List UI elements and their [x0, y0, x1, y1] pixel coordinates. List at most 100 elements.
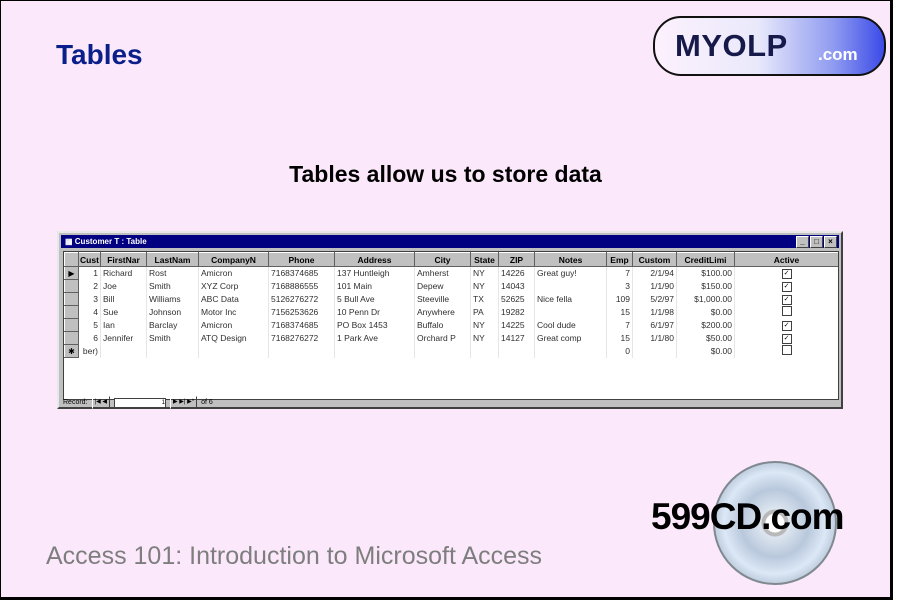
- cell-city[interactable]: Anywhere: [414, 305, 471, 319]
- column-header[interactable]: Cust: [78, 252, 101, 267]
- cell-zip[interactable]: 14127: [498, 331, 535, 345]
- cell-id[interactable]: 1: [78, 266, 101, 280]
- cell-city[interactable]: Orchard P: [414, 331, 471, 345]
- cell-company[interactable]: Amicron: [198, 318, 269, 332]
- cell-state[interactable]: NY: [470, 318, 499, 332]
- active-checkbox[interactable]: ✓: [781, 321, 792, 331]
- active-checkbox[interactable]: [781, 306, 792, 316]
- cell-last[interactable]: Williams: [146, 292, 199, 306]
- cell-first[interactable]: Sue: [100, 305, 147, 319]
- table-row[interactable]: 2 Joe Smith XYZ Corp 7168886555 101 Main Depew…: [64, 279, 838, 293]
- cell-phone[interactable]: 7168886555: [268, 279, 335, 293]
- cell-first[interactable]: Ian: [100, 318, 147, 332]
- table-row[interactable]: 6 Jennifer Smith ATQ Design 7168276272 1 Park…: [64, 331, 838, 345]
- cell-zip[interactable]: 14043: [498, 279, 535, 293]
- cell-phone[interactable]: 5126276272: [268, 292, 335, 306]
- row-selector[interactable]: [64, 292, 79, 306]
- cell-since[interactable]: 1/1/98: [632, 305, 677, 319]
- cell-emp[interactable]: 15: [606, 331, 633, 345]
- column-header[interactable]: State: [470, 252, 499, 267]
- cell-first[interactable]: Richard: [100, 266, 147, 280]
- cell-notes[interactable]: [534, 305, 607, 319]
- row-selector[interactable]: [64, 305, 79, 319]
- cell-phone[interactable]: 7168374685: [268, 318, 335, 332]
- cell-state[interactable]: NY: [470, 331, 499, 345]
- active-checkbox[interactable]: ✓: [781, 295, 792, 305]
- cell-id[interactable]: ber): [78, 344, 101, 358]
- column-header[interactable]: Address: [334, 252, 415, 267]
- cell-state[interactable]: [470, 344, 499, 358]
- cell-address[interactable]: 10 Penn Dr: [334, 305, 415, 319]
- cell-emp[interactable]: 109: [606, 292, 633, 306]
- cell-notes[interactable]: Cool dude: [534, 318, 607, 332]
- cell-emp[interactable]: 7: [606, 266, 633, 280]
- active-checkbox[interactable]: ✓: [781, 282, 792, 292]
- table-row[interactable]: 5 Ian Barclay Amicron 7168374685 PO Box 1453 B…: [64, 318, 838, 332]
- cell-since[interactable]: 5/2/97: [632, 292, 677, 306]
- cell-zip[interactable]: 14226: [498, 266, 535, 280]
- column-header[interactable]: LastNam: [146, 252, 199, 267]
- cell-notes[interactable]: [534, 344, 607, 358]
- active-checkbox[interactable]: [781, 345, 792, 355]
- cell-notes[interactable]: Great comp: [534, 331, 607, 345]
- close-button[interactable]: ×: [824, 236, 837, 248]
- cell-address[interactable]: 5 Bull Ave: [334, 292, 415, 306]
- cell-last[interactable]: [146, 344, 199, 358]
- cell-since[interactable]: [632, 344, 677, 358]
- cell-notes[interactable]: Nice fella: [534, 292, 607, 306]
- nav-first-prev-buttons[interactable]: |◀ ◀: [91, 396, 110, 409]
- cell-address[interactable]: 137 Huntleigh: [334, 266, 415, 280]
- cell-notes[interactable]: [534, 279, 607, 293]
- cell-last[interactable]: Rost: [146, 266, 199, 280]
- cell-address[interactable]: [334, 344, 415, 358]
- cell-company[interactable]: XYZ Corp: [198, 279, 269, 293]
- cell-city[interactable]: Amherst: [414, 266, 471, 280]
- cell-phone[interactable]: [268, 344, 335, 358]
- column-header[interactable]: City: [414, 252, 471, 267]
- cell-id[interactable]: 2: [78, 279, 101, 293]
- cell-state[interactable]: PA: [470, 305, 499, 319]
- active-checkbox[interactable]: ✓: [781, 334, 792, 344]
- cell-since[interactable]: 6/1/97: [632, 318, 677, 332]
- row-selector[interactable]: [64, 331, 79, 345]
- cell-phone[interactable]: 7156253626: [268, 305, 335, 319]
- cell-state[interactable]: NY: [470, 266, 499, 280]
- cell-credit[interactable]: $50.00: [676, 331, 735, 345]
- cell-phone[interactable]: 7168276272: [268, 331, 335, 345]
- cell-city[interactable]: Buffalo: [414, 318, 471, 332]
- cell-city[interactable]: Depew: [414, 279, 471, 293]
- row-selector[interactable]: ✱: [64, 344, 79, 358]
- column-header[interactable]: Active: [734, 252, 838, 267]
- record-number-input[interactable]: 1: [113, 397, 166, 408]
- cell-id[interactable]: 5: [78, 318, 101, 332]
- cell-zip[interactable]: [498, 344, 535, 358]
- table-row[interactable]: ▶ 1 Richard Rost Amicron 7168374685 137 Huntle…: [64, 266, 838, 280]
- column-header[interactable]: FirstNar: [100, 252, 147, 267]
- cell-zip[interactable]: 14225: [498, 318, 535, 332]
- cell-credit[interactable]: $0.00: [676, 344, 735, 358]
- column-header[interactable]: Emp: [606, 252, 633, 267]
- cell-emp[interactable]: 0: [606, 344, 633, 358]
- row-selector-header[interactable]: [64, 252, 79, 267]
- cell-credit[interactable]: $0.00: [676, 305, 735, 319]
- column-header[interactable]: Notes: [534, 252, 607, 267]
- cell-emp[interactable]: 3: [606, 279, 633, 293]
- cell-company[interactable]: ABC Data: [198, 292, 269, 306]
- cell-address[interactable]: PO Box 1453: [334, 318, 415, 332]
- cell-address[interactable]: 101 Main: [334, 279, 415, 293]
- cell-since[interactable]: 1/1/90: [632, 279, 677, 293]
- cell-first[interactable]: [100, 344, 147, 358]
- cell-last[interactable]: Johnson: [146, 305, 199, 319]
- row-selector[interactable]: [64, 279, 79, 293]
- cell-first[interactable]: Joe: [100, 279, 147, 293]
- cell-company[interactable]: ATQ Design: [198, 331, 269, 345]
- cell-credit[interactable]: $1,000.00: [676, 292, 735, 306]
- cell-address[interactable]: 1 Park Ave: [334, 331, 415, 345]
- cell-zip[interactable]: 19282: [498, 305, 535, 319]
- cell-id[interactable]: 4: [78, 305, 101, 319]
- table-row[interactable]: 3 Bill Williams ABC Data 5126276272 5 Bull Av…: [64, 292, 838, 306]
- maximize-button[interactable]: □: [810, 236, 823, 248]
- cell-credit[interactable]: $100.00: [676, 266, 735, 280]
- cell-credit[interactable]: $150.00: [676, 279, 735, 293]
- column-header[interactable]: Phone: [268, 252, 335, 267]
